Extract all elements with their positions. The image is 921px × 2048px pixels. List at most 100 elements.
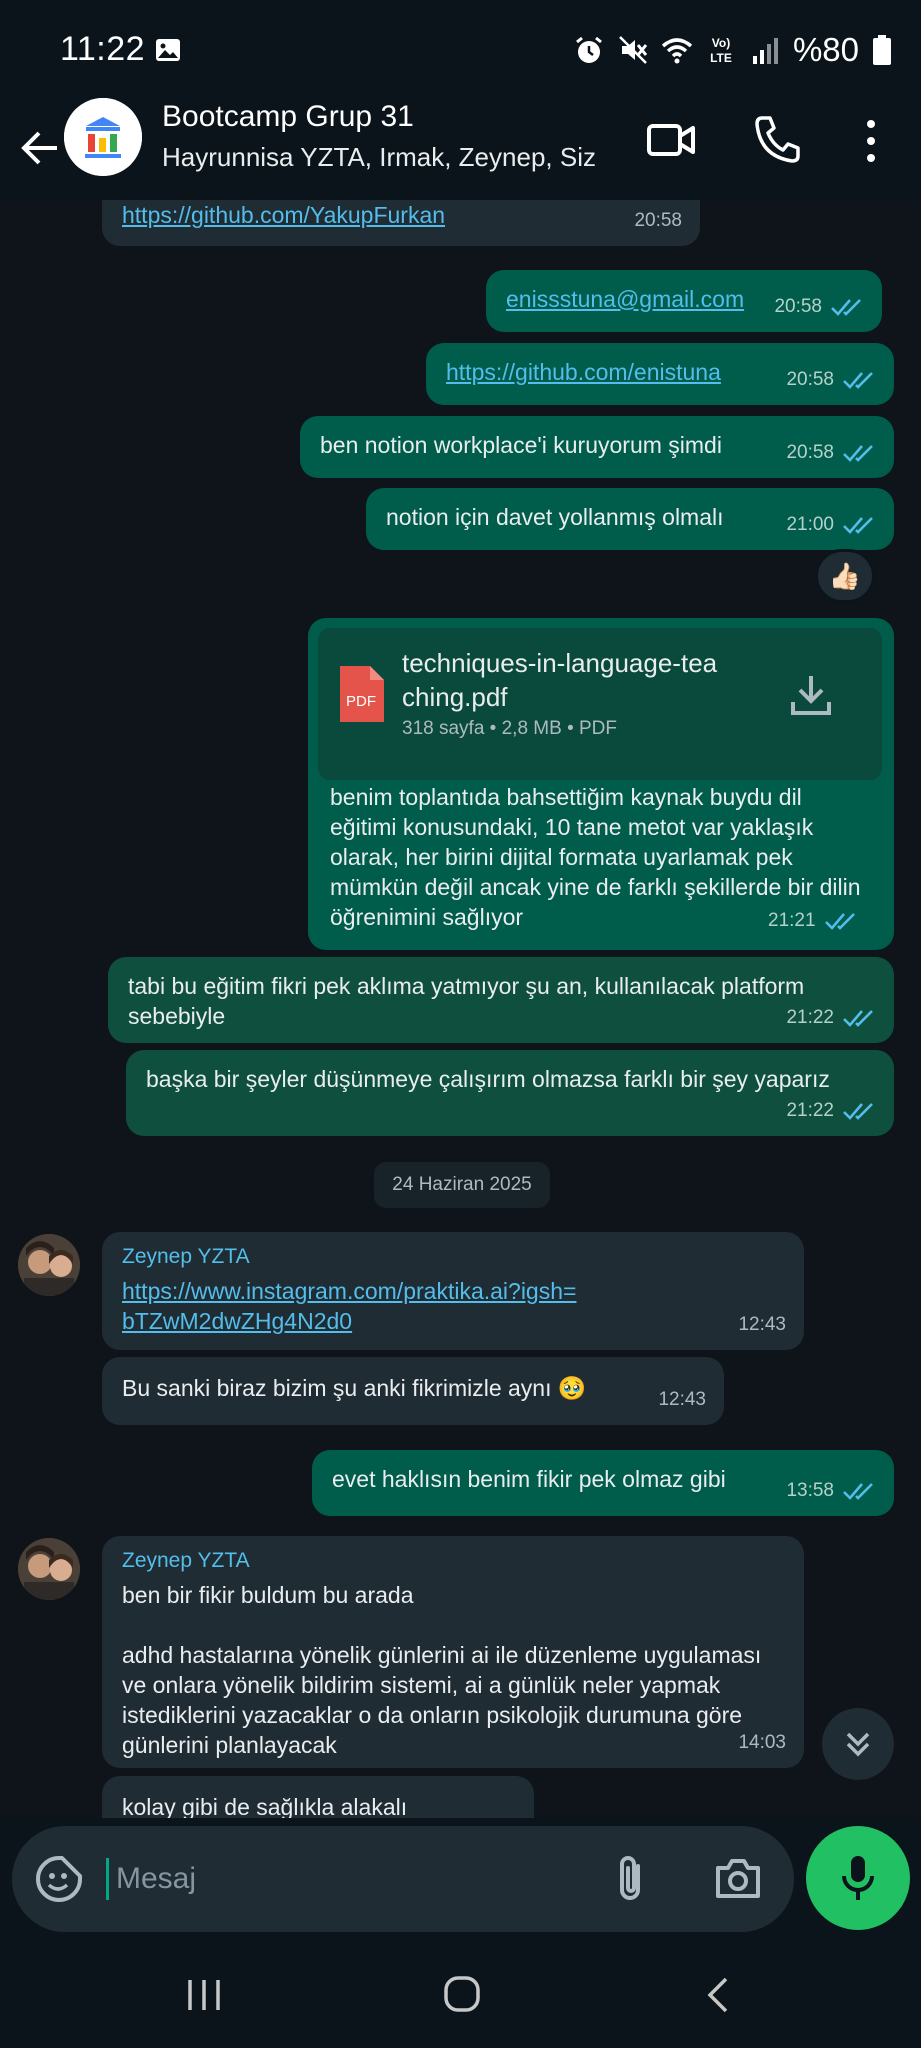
message-meta: 20:58 (774, 292, 864, 322)
message-meta: 12:43 (738, 1310, 786, 1340)
message-incoming[interactable]: Zeynep YZTA https://www.instagram.com/pr… (102, 1232, 804, 1350)
message-meta: 21:22 (786, 1003, 876, 1033)
avatar[interactable] (18, 1538, 80, 1600)
file-info: 318 sayfa • 2,8 MB • PDF (402, 718, 618, 739)
file-name-line: ching.pdf (402, 682, 508, 712)
message-outgoing[interactable]: enissstuna@gmail.com 20:58 (486, 270, 882, 332)
back-button[interactable] (14, 118, 64, 178)
message-outgoing[interactable]: https://github.com/enistuna 20:58 (426, 343, 894, 405)
reaction-badge[interactable]: 👍🏻 (815, 549, 875, 603)
message-time: 20:58 (786, 442, 834, 463)
read-ticks-icon (831, 299, 861, 316)
file-name-line: techniques-in-language-tea (402, 648, 718, 678)
link-line: bTZwM2dwZHg4N2d0 (122, 1308, 353, 1334)
message-text: evet haklısın benim fikir pek olmaz gibi (332, 1466, 726, 1492)
text-caret (106, 1858, 109, 1900)
message-time: 12:43 (738, 1314, 786, 1335)
sticker-emoji-icon[interactable] (34, 1854, 84, 1904)
sender-name[interactable]: Zeynep YZTA (122, 1242, 784, 1272)
system-nav-bar (0, 1940, 921, 2048)
message-meta: 13:58 (786, 1476, 876, 1506)
video-call-icon[interactable] (646, 118, 696, 162)
avatar-photo-icon (18, 1538, 80, 1600)
message-incoming[interactable]: https://github.com/YakupFurkan 20:58 (102, 200, 700, 246)
file-name: techniques-in-language-tea ching.pdf (402, 646, 782, 714)
message-outgoing[interactable]: başka bir şeyler düşünmeye çalışırım olm… (126, 1050, 894, 1136)
pdf-file-icon: PDF (340, 666, 384, 722)
signal-icon (752, 38, 778, 64)
alarm-icon (576, 36, 602, 63)
wifi-icon (661, 38, 693, 64)
status-time: 11:22 (60, 30, 146, 68)
recent-apps-icon[interactable] (184, 1978, 224, 2012)
message-outgoing[interactable]: evet haklısın benim fikir pek olmaz gibi… (312, 1450, 894, 1516)
message-link[interactable]: https://github.com/YakupFurkan (122, 202, 445, 228)
download-icon[interactable] (788, 672, 834, 718)
phone-icon[interactable] (754, 114, 800, 164)
more-options-icon[interactable] (858, 116, 884, 166)
message-text: notion için davet yollanmış olmalı (386, 504, 724, 530)
scroll-to-bottom-button[interactable] (822, 1708, 894, 1780)
message-time: 13:58 (786, 1480, 834, 1501)
message-meta: 20:58 (786, 365, 876, 395)
message-time: 21:22 (786, 1007, 834, 1028)
group-avatar[interactable] (64, 98, 142, 176)
read-ticks-icon (843, 372, 873, 389)
avatar-photo-icon (18, 1234, 80, 1296)
message-text: adhd hastalarına yönelik günlerini ai il… (122, 1642, 762, 1758)
message-outgoing[interactable]: ben notion workplace'i kuruyorum şimdi 2… (300, 416, 894, 478)
message-time: 21:00 (786, 514, 834, 535)
group-title[interactable]: Bootcamp Grup 31 (162, 100, 414, 134)
message-text: başka bir şeyler düşünmeye çalışırım olm… (146, 1066, 830, 1092)
message-link[interactable]: https://www.instagram.com/praktika.ai?ig… (122, 1276, 784, 1336)
double-chevron-down-icon (846, 1732, 870, 1757)
read-ticks-icon (843, 445, 873, 462)
read-ticks-icon (843, 1483, 873, 1500)
read-ticks-icon (843, 1103, 873, 1120)
message-incoming[interactable]: kolay gibi de sağlıkla alakalı (102, 1776, 534, 1818)
group-members[interactable]: Hayrunnisa YZTA, Irmak, Zeynep, Siz (162, 142, 596, 173)
home-icon[interactable] (442, 1974, 482, 2014)
message-input[interactable] (116, 1858, 456, 1900)
nav-back-icon[interactable] (704, 1976, 732, 2014)
message-meta: 20:58 (786, 438, 876, 468)
status-bar: 11:22 Vo) LTE %80 (0, 0, 921, 98)
read-ticks-icon (824, 913, 855, 930)
voice-record-button[interactable] (806, 1826, 910, 1930)
file-attachment[interactable]: PDF techniques-in-language-tea ching.pdf… (318, 628, 882, 780)
date-divider: 24 Haziran 2025 (374, 1162, 550, 1208)
mute-icon (619, 36, 648, 64)
volte-icon: Vo) LTE (710, 36, 732, 65)
message-meta: 21:21 (768, 910, 858, 932)
group-logo-icon (64, 98, 142, 176)
read-ticks-icon (843, 1010, 873, 1027)
message-link[interactable]: https://github.com/enistuna (446, 359, 721, 385)
message-time: 12:43 (658, 1389, 706, 1410)
message-meta: 21:22 (786, 1096, 876, 1126)
message-incoming[interactable]: Zeynep YZTA ben bir fikir buldum bu arad… (102, 1536, 804, 1768)
pdf-label: PDF (346, 693, 376, 710)
message-incoming[interactable]: Bu sanki biraz bizim şu anki fikrimizle … (102, 1357, 724, 1425)
message-meta: 21:00 (786, 510, 876, 540)
message-text: kolay gibi de sağlıkla alakalı (122, 1794, 408, 1818)
message-meta: 12:43 (658, 1385, 706, 1415)
message-text: Bu sanki biraz bizim şu anki fikrimizle … (122, 1375, 587, 1401)
message-outgoing[interactable]: notion için davet yollanmış olmalı 21:00 (366, 488, 894, 550)
message-meta: 20:58 (634, 206, 682, 236)
message-composer (12, 1826, 794, 1932)
message-link[interactable]: enissstuna@gmail.com (506, 286, 744, 312)
message-outgoing[interactable]: tabi bu eğitim fikri pek aklıma yatmıyor… (108, 957, 894, 1043)
gallery-icon (156, 39, 180, 61)
message-time: 14:03 (738, 1732, 786, 1753)
svg-text:LTE: LTE (710, 51, 732, 65)
message-text: ben bir fikir buldum bu arada (122, 1582, 414, 1608)
arrow-left-icon (21, 131, 57, 165)
avatar[interactable] (18, 1234, 80, 1296)
chat-area[interactable]: https://github.com/YakupFurkan 20:58 eni… (0, 200, 921, 1818)
sender-name[interactable]: Zeynep YZTA (122, 1546, 784, 1576)
camera-icon[interactable] (714, 1856, 762, 1900)
paperclip-icon[interactable] (610, 1852, 650, 1906)
message-time: 20:58 (786, 369, 834, 390)
message-text: ben notion workplace'i kuruyorum şimdi (320, 432, 722, 458)
battery-icon (873, 35, 891, 65)
